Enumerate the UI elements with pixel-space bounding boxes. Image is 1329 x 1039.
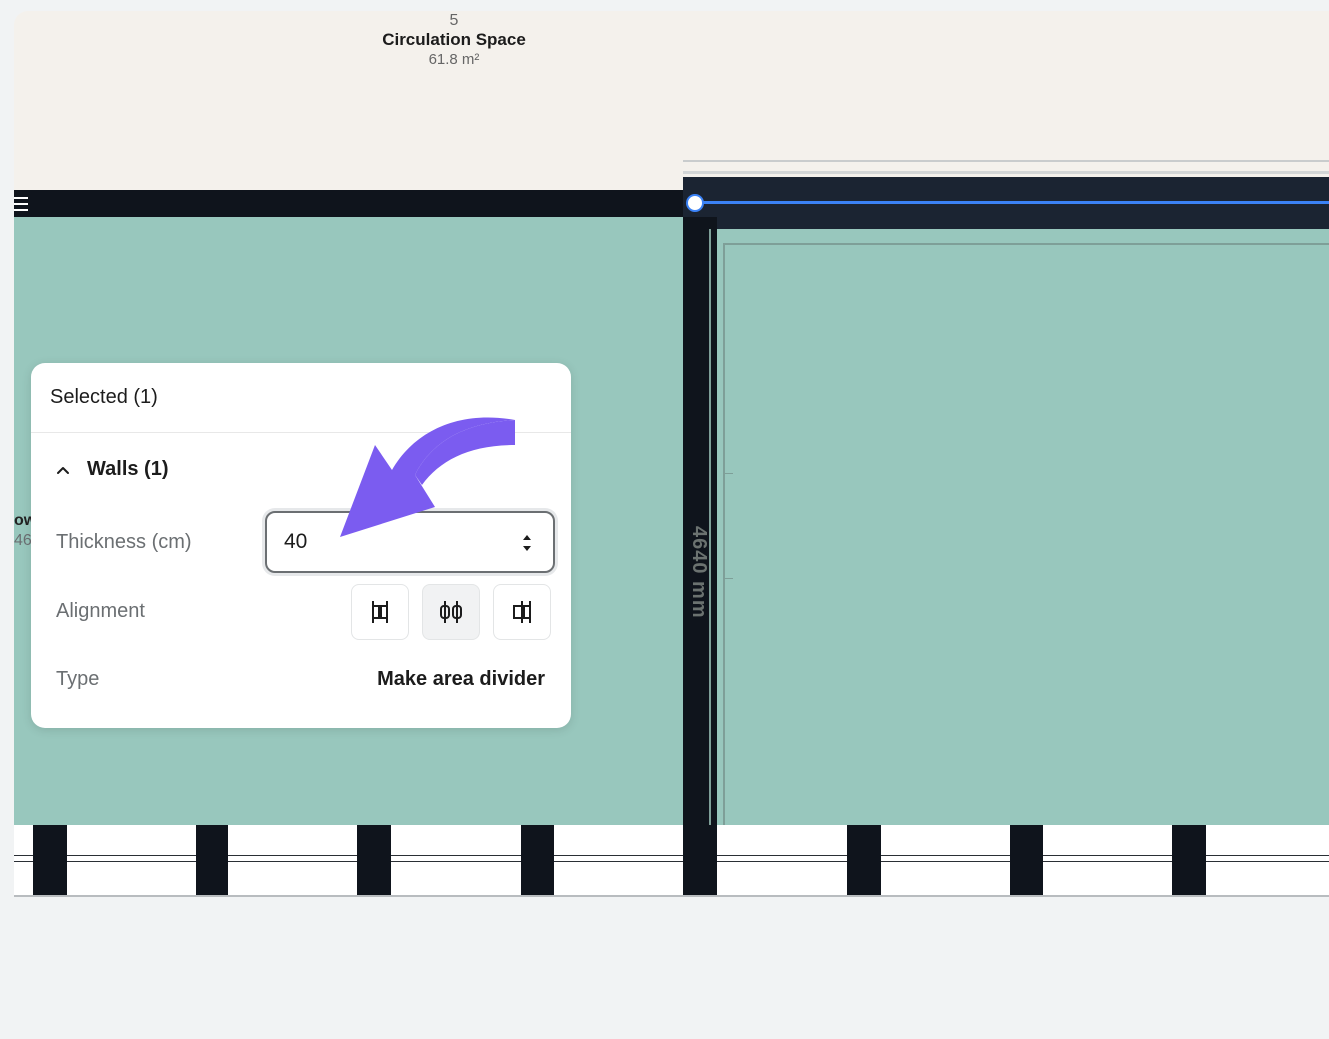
wall-pillar[interactable] [33, 825, 67, 895]
align-center-button[interactable] [422, 584, 480, 640]
align-right-icon [513, 601, 531, 623]
make-area-divider-button[interactable]: Make area divider [377, 668, 545, 691]
edge-room-area: 46 [14, 532, 32, 549]
chevron-up-icon [57, 466, 69, 474]
alignment-label: Alignment [56, 600, 145, 622]
thickness-label: Thickness (cm) [56, 531, 192, 553]
wall-top-left[interactable] [14, 190, 683, 217]
selection-handle[interactable] [686, 194, 704, 212]
thickness-value: 40 [284, 530, 308, 553]
room-name: Circulation Space [382, 30, 526, 50]
align-left-button[interactable] [351, 584, 409, 640]
room-number: 5 [449, 12, 459, 29]
wall-outline [683, 160, 1329, 162]
wall-pillar[interactable] [196, 825, 228, 895]
room-area: 61.8 m² [428, 50, 480, 68]
guide-line [723, 243, 1329, 245]
wall-outline [683, 171, 1329, 174]
wall-pillar[interactable] [847, 825, 881, 895]
dimension-tick [723, 473, 733, 474]
wall-pillar[interactable] [683, 825, 717, 895]
section-title: Walls (1) [87, 458, 169, 480]
annotation-arrow-icon [340, 417, 515, 537]
selection-line [694, 201, 1329, 204]
room-fill-right[interactable] [717, 229, 1329, 825]
wall-pillar[interactable] [1172, 825, 1206, 895]
wall-pillar[interactable] [357, 825, 391, 895]
wall-end-marker [14, 193, 28, 215]
wall-pillar[interactable] [521, 825, 554, 895]
room-label: 5 Circulation Space 61.8 m² [354, 11, 554, 69]
walls-section-toggle[interactable]: Walls (1) [55, 458, 169, 481]
guide-line [723, 243, 725, 825]
align-right-button[interactable] [493, 584, 551, 640]
align-center-icon [440, 601, 462, 623]
wall-pillar[interactable] [1010, 825, 1043, 895]
dimension-tick [723, 578, 733, 579]
dimension-label: 4640 mm [688, 526, 710, 619]
align-left-icon [372, 601, 388, 623]
type-label: Type [56, 668, 100, 690]
window-line [14, 895, 1329, 897]
